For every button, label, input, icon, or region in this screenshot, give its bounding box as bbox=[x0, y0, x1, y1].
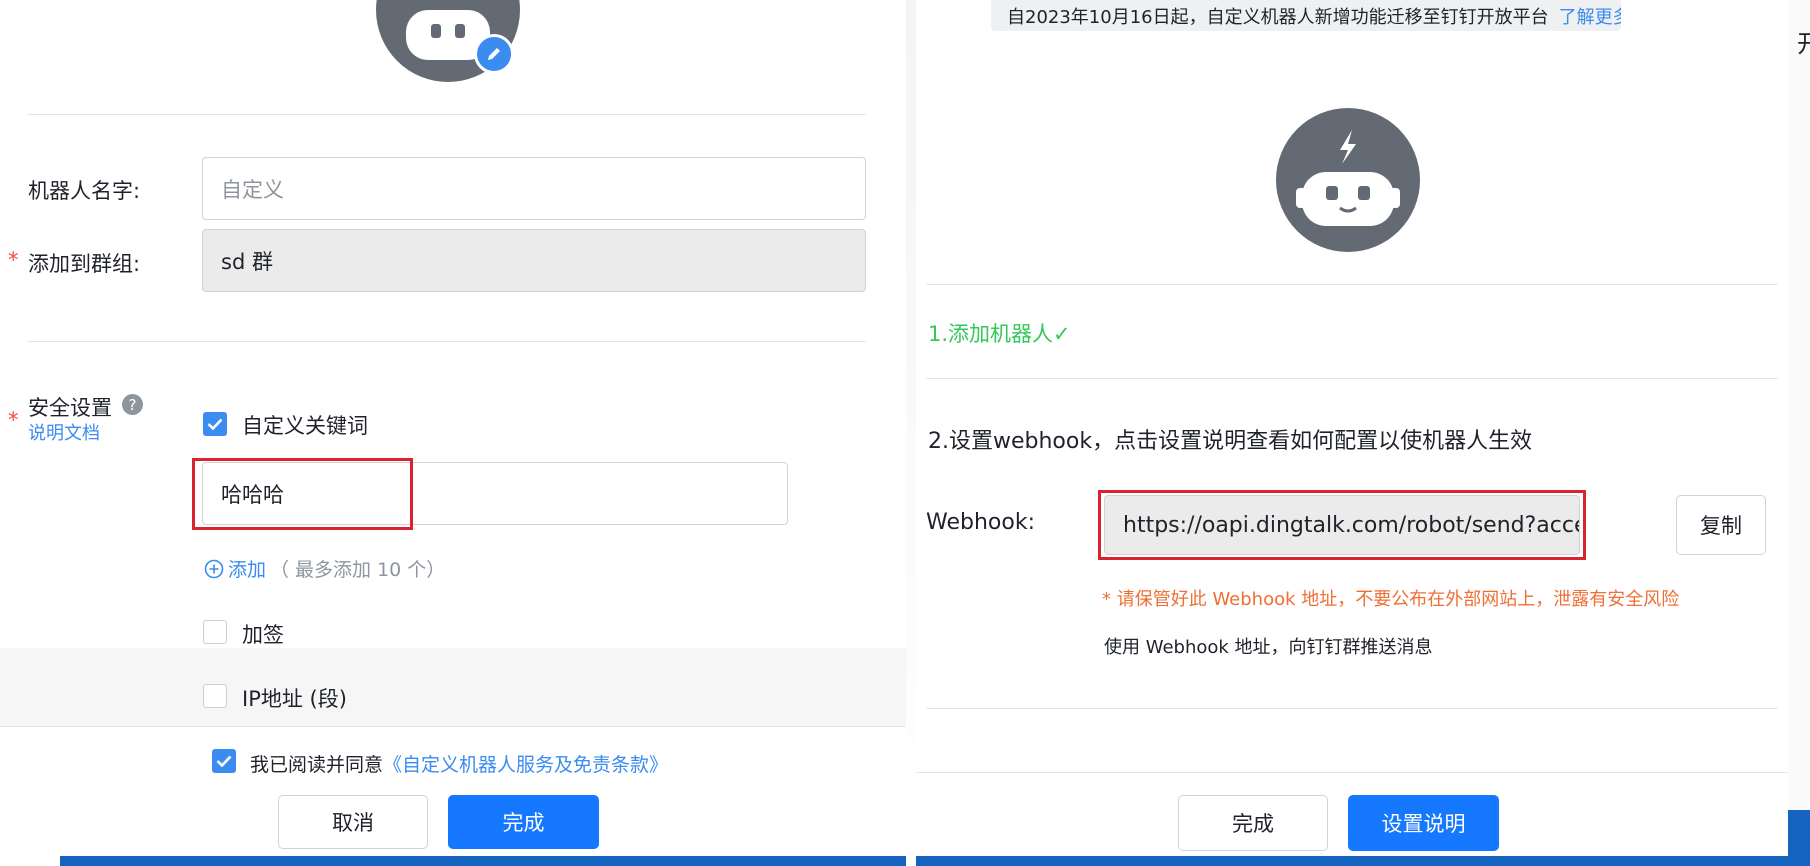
group-label: 添加到群组: bbox=[28, 252, 141, 276]
agreement-link[interactable]: 《自定义机器人服务及免责条款》 bbox=[383, 754, 668, 776]
finish-button[interactable]: 完成 bbox=[1178, 795, 1328, 851]
checkmark-icon bbox=[207, 418, 223, 430]
right-dialog: 自2023年10月16日起，自定义机器人新增功能迁移至钉钉开放平台 了解更多 1… bbox=[916, 0, 1788, 866]
divider bbox=[926, 708, 1778, 709]
keyword-checkbox[interactable] bbox=[203, 412, 227, 436]
add-keyword-row: 添加 （ 最多添加 10 个） bbox=[204, 555, 445, 582]
required-mark: * bbox=[8, 248, 19, 272]
agreement-text: 我已阅读并同意 bbox=[250, 754, 384, 776]
agreement-row: 我已阅读并同意《自定义机器人服务及免责条款》 bbox=[250, 750, 668, 777]
highlight-box bbox=[1098, 490, 1586, 560]
highlight-box bbox=[192, 458, 413, 530]
webhook-label: Webhook: bbox=[926, 510, 1035, 535]
divider bbox=[0, 726, 906, 727]
keyword-option-label: 自定义关键词 bbox=[242, 414, 368, 438]
setup-guide-button[interactable]: 设置说明 bbox=[1348, 795, 1499, 851]
checkmark-icon bbox=[216, 755, 232, 767]
webhook-usage: 使用 Webhook 地址，向钉钉群推送消息 bbox=[1104, 637, 1433, 658]
notice-link[interactable]: 了解更多 bbox=[1559, 3, 1621, 29]
security-doc-link[interactable]: 说明文档 bbox=[28, 419, 100, 445]
left-dialog: 机器人名字: 自定义 * 添加到群组: sd 群 * 安全设置 ? 说明文档 自… bbox=[0, 0, 906, 866]
background-bar bbox=[60, 856, 906, 866]
webhook-warning: * 请保管好此 Webhook 地址，不要公布在外部网站上，泄露有安全风险 bbox=[1102, 589, 1680, 610]
ip-option-label: IP地址 (段) bbox=[242, 687, 347, 711]
robot-icon bbox=[1296, 130, 1400, 226]
background-bar bbox=[1788, 810, 1810, 866]
divider bbox=[926, 284, 1778, 285]
cancel-button[interactable]: 取消 bbox=[278, 795, 428, 849]
copy-button[interactable]: 复制 bbox=[1676, 495, 1766, 555]
step2-instruction: 2.设置webhook，点击设置说明查看如何配置以使机器人生效 bbox=[928, 429, 1533, 454]
add-keyword-link[interactable]: 添加 bbox=[228, 555, 266, 582]
required-mark: * bbox=[8, 408, 19, 432]
sign-option-label: 加签 bbox=[242, 623, 284, 647]
footer-band bbox=[0, 648, 906, 726]
finish-button[interactable]: 完成 bbox=[448, 795, 599, 849]
panel-gap bbox=[906, 0, 916, 866]
notice-bar: 自2023年10月16日起，自定义机器人新增功能迁移至钉钉开放平台 了解更多 bbox=[991, 0, 1621, 31]
security-label: 安全设置 bbox=[28, 396, 112, 420]
add-keyword-hint: （ 最多添加 10 个） bbox=[270, 559, 446, 581]
agree-checkbox[interactable] bbox=[212, 749, 236, 773]
divider bbox=[926, 378, 1778, 379]
robot-name-input[interactable]: 自定义 bbox=[202, 157, 866, 220]
sign-checkbox[interactable] bbox=[203, 620, 227, 644]
step1-status: 1.添加机器人✓ bbox=[928, 322, 1071, 346]
plus-circle-icon bbox=[204, 559, 224, 578]
ip-checkbox[interactable] bbox=[203, 684, 227, 708]
divider bbox=[28, 341, 866, 342]
group-field: sd 群 bbox=[202, 229, 866, 292]
robot-name-label: 机器人名字: bbox=[28, 179, 141, 203]
divider bbox=[916, 772, 1788, 773]
background-edge bbox=[1788, 0, 1810, 866]
robot-avatar bbox=[1276, 108, 1420, 252]
notice-text: 自2023年10月16日起，自定义机器人新增功能迁移至钉钉开放平台 bbox=[1007, 6, 1549, 28]
edit-avatar-button[interactable] bbox=[474, 34, 514, 74]
edit-pencil-icon bbox=[488, 48, 500, 60]
divider bbox=[28, 114, 866, 115]
background-text: 开 bbox=[1797, 30, 1810, 58]
help-icon[interactable]: ? bbox=[122, 394, 143, 415]
background-bar bbox=[916, 856, 1788, 866]
